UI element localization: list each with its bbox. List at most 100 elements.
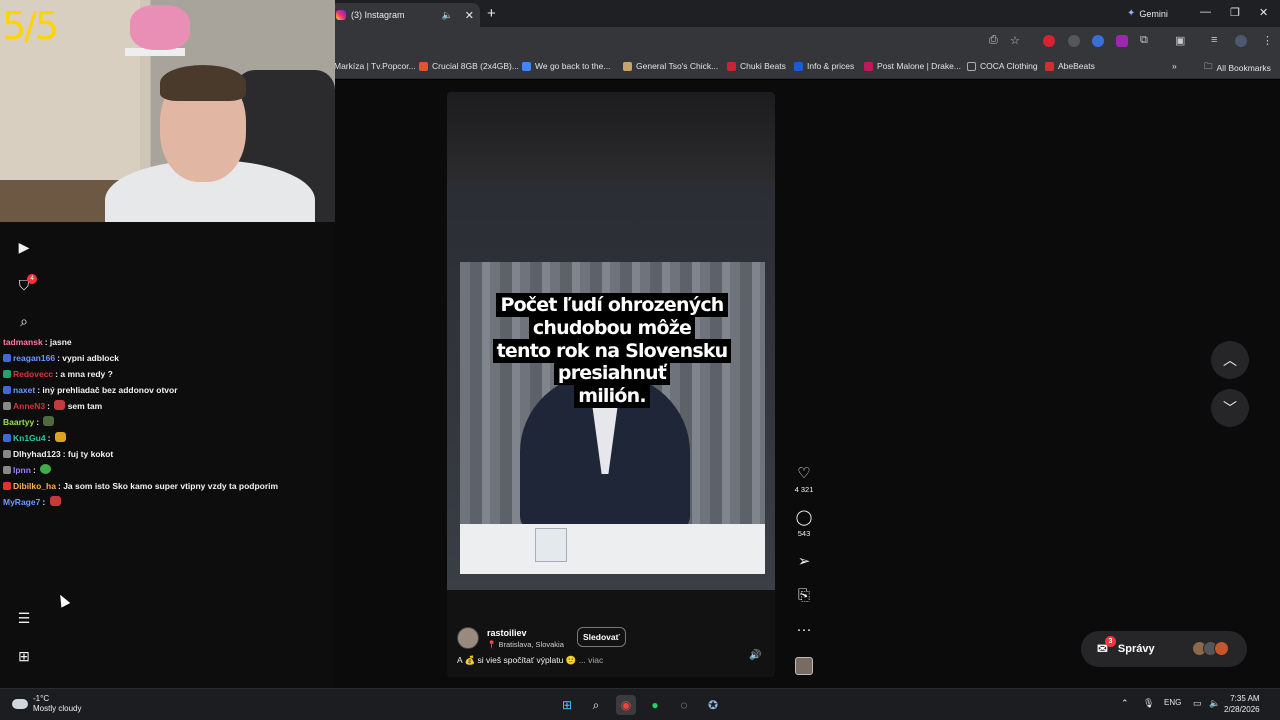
extension-icon[interactable]: [1068, 35, 1080, 47]
messages-button[interactable]: ✉ 3 Správy: [1081, 631, 1247, 667]
apps-icon[interactable]: ⊞: [14, 648, 34, 665]
username[interactable]: rastoiliev: [487, 628, 527, 638]
bookmarks-overflow-button[interactable]: »: [1172, 61, 1177, 71]
follow-button[interactable]: Sledovať: [577, 627, 626, 647]
restore-icon[interactable]: ❐: [1230, 6, 1240, 19]
chrome-icon[interactable]: ◉: [616, 695, 636, 715]
chat-text: fuj ty kokot: [67, 449, 114, 459]
all-bookmarks-button[interactable]: 🗀 All Bookmarks: [1204, 61, 1271, 75]
install-icon[interactable]: ⎙: [989, 34, 998, 47]
reel-video[interactable]: Počet ľudí ohrozených chudobou môže tento…: [447, 182, 775, 590]
avatar[interactable]: [457, 627, 479, 649]
chat-message: Dlhyhad123: fuj ty kokot: [3, 446, 333, 462]
media-icon[interactable]: ▣: [1175, 34, 1185, 47]
like-button[interactable]: ♡ 4 321: [790, 466, 818, 495]
profile-avatar[interactable]: [1235, 35, 1247, 47]
search-icon[interactable]: ⌕: [586, 695, 606, 715]
messages-badge: 3: [1105, 636, 1116, 647]
chat-username: naxet: [13, 385, 36, 395]
bookmark-item[interactable]: Post Malone | Drake...: [864, 61, 961, 71]
reel-player[interactable]: Počet ľudí ohrozených chudobou môže tento…: [447, 92, 775, 677]
microphone-icon[interactable]: 🎙: [1143, 698, 1154, 709]
close-icon[interactable]: ✕: [465, 9, 474, 22]
extension-icon[interactable]: [1116, 35, 1128, 47]
chat-text: a mna redy ?: [60, 369, 113, 379]
steam-icon[interactable]: ✪: [703, 695, 723, 715]
windows-taskbar: [0, 688, 1280, 720]
bookmark-icon: [419, 61, 428, 71]
window-close-icon[interactable]: ✕: [1259, 6, 1268, 19]
bookmark-item[interactable]: AbeBeats: [1045, 61, 1095, 71]
chat-message: AnneN3: sem tam: [3, 398, 333, 414]
headline-line: milión.: [574, 384, 650, 409]
menu-icon[interactable]: ☰: [14, 610, 34, 627]
previous-reel-button[interactable]: ︿: [1211, 341, 1249, 379]
chat-username: Kn1Gu4: [13, 433, 46, 443]
volume-icon[interactable]: 🔊: [749, 650, 761, 661]
emote-icon: [49, 496, 61, 506]
windows-start-icon[interactable]: ⊞: [557, 695, 577, 715]
weather-widget[interactable]: -1°C Mostly cloudy: [12, 694, 81, 714]
location[interactable]: 📍 Bratislava, Slovakia: [487, 640, 564, 649]
tab-instagram[interactable]: (3) Instagram 🔈 ✕: [330, 3, 480, 27]
language-indicator[interactable]: ENG: [1164, 698, 1181, 707]
bookmark-item[interactable]: COCA Clothing: [967, 61, 1038, 71]
chat-message: Dibilko_ha: Ja som isto Sko kamo super v…: [3, 478, 333, 494]
extension-icon[interactable]: [1043, 35, 1055, 47]
star-icon[interactable]: ☆: [1010, 34, 1020, 47]
extension-icon[interactable]: [1092, 35, 1104, 47]
comment-count: 543: [797, 529, 811, 538]
weather-condition: Mostly cloudy: [33, 704, 82, 713]
audio-thumbnail[interactable]: [795, 657, 813, 675]
more-options-button[interactable]: ···: [790, 622, 818, 638]
volume-icon[interactable]: 🔈: [1209, 698, 1220, 709]
chat-badge: [3, 386, 11, 394]
chat-badge: [3, 466, 11, 474]
app-icon[interactable]: ◌: [674, 695, 694, 715]
gemini-button[interactable]: ✦ Gemini: [1127, 8, 1168, 19]
bookmark-item[interactable]: We go back to the...: [522, 61, 610, 71]
bookmark-item[interactable]: Chuki Beats: [727, 61, 786, 71]
puzzle-icon[interactable]: ⧉: [1140, 34, 1148, 47]
glass: [535, 528, 567, 562]
bookmark-icon: [727, 61, 736, 71]
network-icon[interactable]: ▭: [1193, 698, 1202, 709]
comment-button[interactable]: ◯ 543: [790, 510, 818, 539]
share-button[interactable]: ➢: [790, 554, 818, 570]
bookmark-item[interactable]: Crucial 8GB (2x4GB)...: [419, 61, 519, 71]
bookmark-item[interactable]: General Tso's Chick...: [623, 61, 718, 71]
speaker-icon[interactable]: 🔈: [442, 10, 453, 21]
chat-badge: [3, 434, 11, 442]
emote-icon: [54, 400, 66, 410]
bookmark-label: General Tso's Chick...: [636, 61, 719, 71]
caption-more-link[interactable]: ... viac: [579, 655, 604, 665]
chat-username: Dlhyhad123: [13, 449, 61, 459]
chat-text: sem tam: [67, 401, 103, 411]
chat-text: jasne: [49, 337, 72, 347]
save-button[interactable]: ⎘: [790, 588, 818, 604]
bookmark-label: Markíza | Tv.Popcor...: [334, 61, 416, 71]
more-icon[interactable]: ⋮: [1262, 34, 1273, 47]
tray-chevron-up-icon[interactable]: ⌃: [1121, 698, 1129, 709]
chat-message: naxet: iný prehliadač bez addonov otvor: [3, 382, 333, 398]
bookmark-icon: [1045, 61, 1054, 71]
headline-line: tento rok na Slovensku presiahnuť: [492, 338, 732, 386]
chat-text: Ja som isto Sko kamo super vtipny vzdy t…: [63, 481, 279, 491]
bookmark-label: Post Malone | Drake...: [877, 61, 961, 71]
play-icon[interactable]: ▶: [14, 239, 34, 256]
temperature: -1°C: [33, 694, 50, 703]
bookmark-label: COCA Clothing: [980, 61, 1038, 71]
system-clock[interactable]: 7:35 AM 2/28/2026: [1224, 693, 1260, 715]
bookmark-item[interactable]: Markíza | Tv.Popcor...: [334, 61, 416, 71]
new-tab-button[interactable]: +: [487, 5, 496, 22]
like-count: 4 321: [794, 485, 814, 494]
spotify-icon[interactable]: ●: [645, 695, 665, 715]
minimize-icon[interactable]: —: [1200, 6, 1211, 18]
bookmark-item[interactable]: Info & prices: [794, 61, 854, 71]
reel-top-area: [447, 92, 775, 182]
search-icon[interactable]: ⌕: [14, 313, 34, 330]
sidebar-icon[interactable]: ≡: [1211, 34, 1217, 46]
chat-message: Kn1Gu4:: [3, 430, 333, 446]
next-reel-button[interactable]: ﹀: [1211, 389, 1249, 427]
chat-username: AnneN3: [13, 401, 46, 411]
